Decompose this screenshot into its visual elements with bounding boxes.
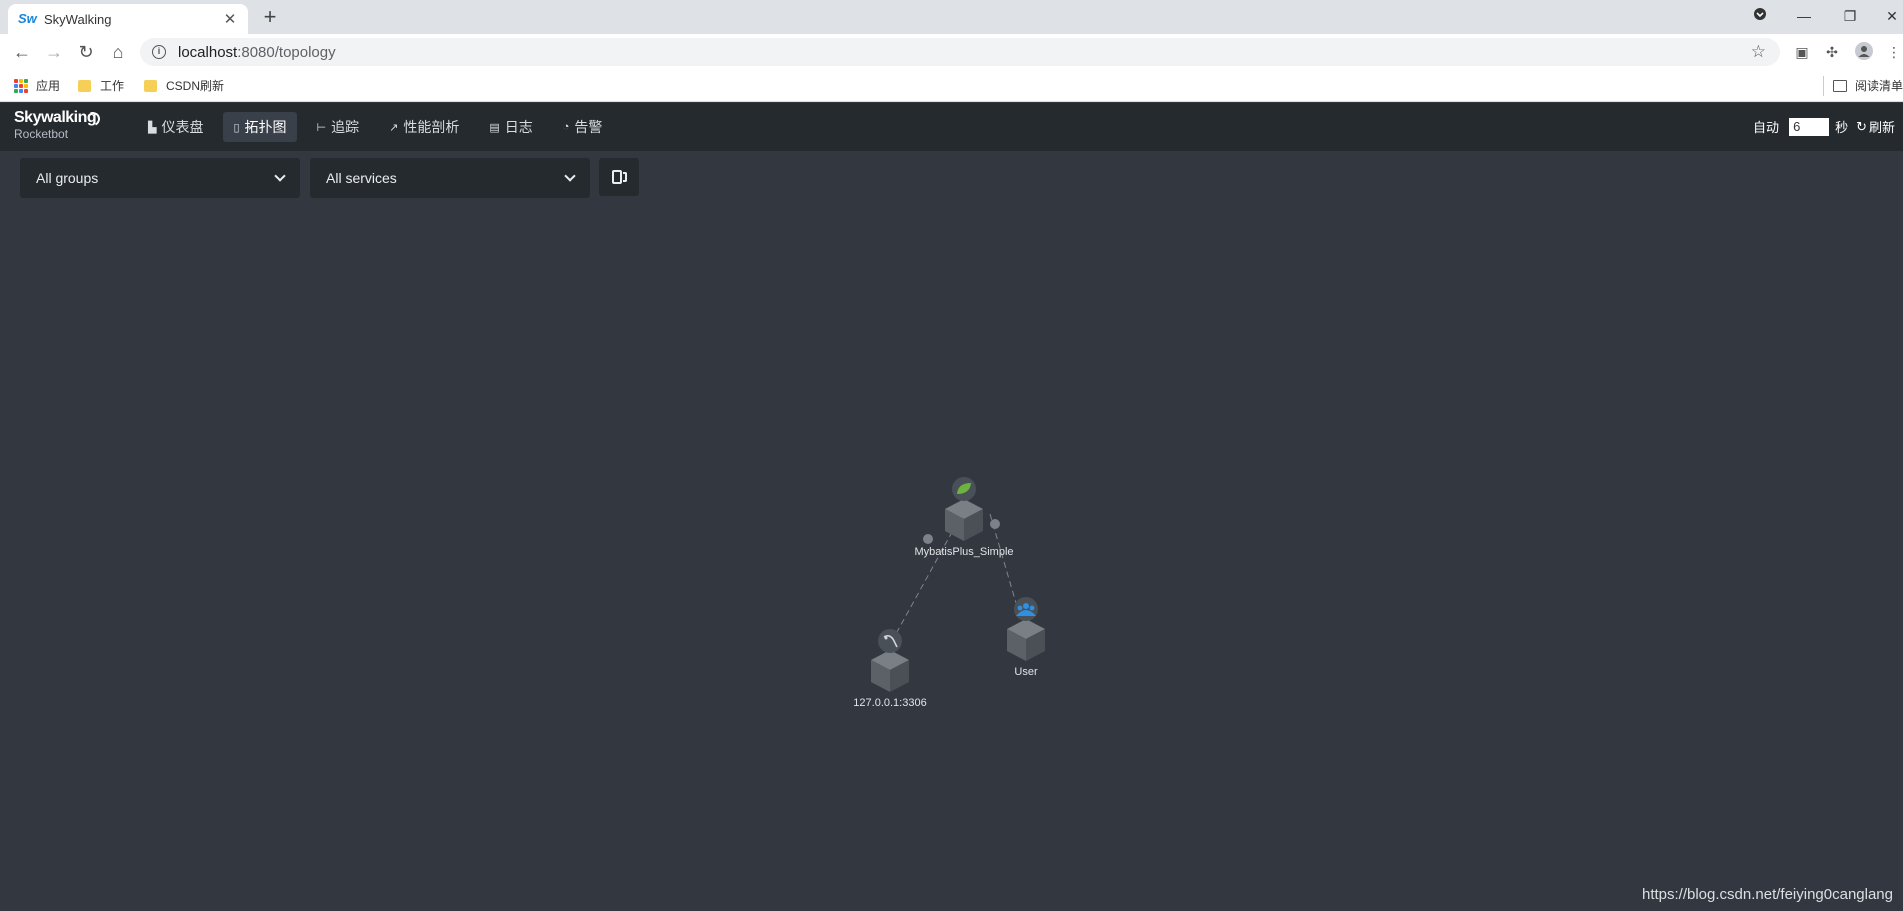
address-bar[interactable]: i localhost:8080/topology ☆ <box>140 38 1780 66</box>
group-select[interactable]: All groups <box>20 158 300 198</box>
apps-grid-icon <box>14 78 28 93</box>
site-info-icon[interactable]: i <box>152 45 166 59</box>
database-cube-icon <box>871 650 909 692</box>
nav-label: 追踪 <box>331 119 360 135</box>
node-user[interactable] <box>1007 597 1045 661</box>
seconds-label: 秒 <box>1835 120 1849 135</box>
bookmark-label: CSDN刷新 <box>166 79 225 93</box>
nav-label: 拓扑图 <box>244 119 287 135</box>
reading-list-icon <box>1832 79 1847 92</box>
nav-label: 性能剖析 <box>403 119 460 135</box>
refresh-interval-input[interactable] <box>1789 117 1830 136</box>
url-path: :8080/topology <box>237 43 336 61</box>
topology-canvas[interactable]: MybatisPlus_Simple 127.0.0.1:3306 User h… <box>0 201 1903 911</box>
nav-label: 日志 <box>504 119 533 135</box>
nav-profile[interactable]: ↗ 性能剖析 <box>379 112 469 142</box>
trace-icon: ⊢ <box>316 121 327 134</box>
tab-title: SkyWalking <box>44 11 112 27</box>
close-tab-icon[interactable]: ✕ <box>222 10 238 28</box>
nav-alarm[interactable]: ◔ 告警 <box>553 112 613 142</box>
nav-label: 告警 <box>574 119 603 135</box>
puzzle-extensions-icon[interactable]: ✣ <box>1822 42 1842 62</box>
profile-icon: ↗ <box>389 121 399 134</box>
logo-sub-text: Rocketbot <box>14 127 69 141</box>
minimize-icon[interactable]: — <box>1792 4 1816 28</box>
service-select[interactable]: All services <box>310 158 590 198</box>
reload-icon[interactable]: ↻ <box>74 40 98 64</box>
node-label-mysql: 127.0.0.1:3306 <box>853 697 927 709</box>
alarm-icon: ◔ <box>562 121 570 133</box>
nav-log[interactable]: ▤ 日志 <box>479 112 542 142</box>
bookmark-work[interactable]: 工作 <box>78 77 124 94</box>
logo-main-text: Skywalking <box>14 109 97 126</box>
topology-icon: ▯ <box>233 121 240 134</box>
mysql-badge <box>878 629 902 653</box>
app-header: Skywalking Rocketbot ▙ 仪表盘 ▯ 拓扑图 ⊢ 追踪 ↗ … <box>0 103 1903 151</box>
extension-icon[interactable]: ▣ <box>1792 42 1812 62</box>
auto-toggle[interactable]: 自动 <box>1753 117 1779 136</box>
node-label-service: MybatisPlus_Simple <box>914 546 1014 558</box>
skywalking-favicon-icon: Sw <box>18 11 37 26</box>
back-icon[interactable]: ← <box>10 40 34 64</box>
layout-toggle-button[interactable] <box>599 158 639 196</box>
edge-user-to-service-midpoint[interactable] <box>990 519 1000 529</box>
topology-filters: All groups All services <box>0 151 1903 201</box>
reading-list-label: 阅读清单 <box>1854 79 1903 93</box>
node-mybatisplus-simple[interactable] <box>945 477 983 541</box>
home-icon[interactable]: ⌂ <box>106 40 130 64</box>
browser-tab[interactable]: Sw SkyWalking ✕ <box>8 4 248 34</box>
forward-icon[interactable]: → <box>42 40 66 64</box>
node-mysql[interactable] <box>871 629 909 692</box>
folder-icon <box>78 79 91 92</box>
node-label-user: User <box>1014 666 1038 678</box>
bookmark-label: 应用 <box>36 79 61 93</box>
bookmarks-bar: 应用 工作 CSDN刷新 阅读清单 <box>0 70 1903 102</box>
tab-search-icon[interactable] <box>1748 4 1772 28</box>
layout-panel-icon <box>611 170 622 184</box>
nav-label: 仪表盘 <box>161 119 204 135</box>
bookmark-apps[interactable]: 应用 <box>14 77 60 94</box>
nav-dashboard[interactable]: ▙ 仪表盘 <box>138 112 213 142</box>
chevron-down-icon <box>274 170 286 182</box>
refresh-icon: ↻ <box>1856 118 1867 134</box>
group-select-value: All groups <box>36 170 99 186</box>
browser-toolbar: ← → ↻ ⌂ i localhost:8080/topology ☆ ▣ ✣ … <box>0 34 1903 70</box>
nav-trace[interactable]: ⊢ 追踪 <box>307 112 370 142</box>
bookmark-label: 工作 <box>100 79 125 93</box>
bookmarks-divider <box>1823 76 1824 96</box>
folder-icon <box>144 79 157 92</box>
skywalking-logo[interactable]: Skywalking Rocketbot <box>14 109 102 141</box>
service-select-value: All services <box>326 170 397 186</box>
main-nav: ▙ 仪表盘 ▯ 拓扑图 ⊢ 追踪 ↗ 性能剖析 ▤ 日志 ◔ 告警 <box>138 112 622 142</box>
log-icon: ▤ <box>489 121 500 134</box>
restore-icon[interactable]: ❐ <box>1838 4 1862 28</box>
nav-topology[interactable]: ▯ 拓扑图 <box>223 112 297 142</box>
browser-tab-bar: Sw SkyWalking ✕ + — ❐ ✕ <box>0 0 1903 34</box>
refresh-button[interactable]: ↻ 刷新 <box>1856 117 1895 136</box>
new-tab-button[interactable]: + <box>258 6 282 30</box>
close-window-icon[interactable]: ✕ <box>1880 4 1903 28</box>
watermark-text: https://blog.csdn.net/feiying0canglang <box>1641 886 1893 903</box>
edge-service-to-mysql-midpoint[interactable] <box>923 534 933 544</box>
bookmark-star-icon[interactable]: ☆ <box>1751 42 1766 62</box>
auto-refresh-area: 自动 秒 ↻ 刷新 <box>1753 117 1895 136</box>
chevron-down-icon <box>564 170 576 182</box>
dashboard-icon: ▙ <box>148 121 157 134</box>
bookmark-csdn[interactable]: CSDN刷新 <box>144 77 224 94</box>
users-icon <box>1023 603 1029 609</box>
refresh-label: 刷新 <box>1868 120 1895 135</box>
profile-avatar-icon[interactable] <box>1854 42 1874 62</box>
reading-list-button[interactable]: 阅读清单 <box>1832 77 1903 94</box>
user-cube-icon <box>1007 619 1045 661</box>
url-host: localhost <box>178 43 238 61</box>
browser-menu-icon[interactable]: ⋮ <box>1884 42 1903 62</box>
layout-panel-side-icon <box>622 172 627 182</box>
